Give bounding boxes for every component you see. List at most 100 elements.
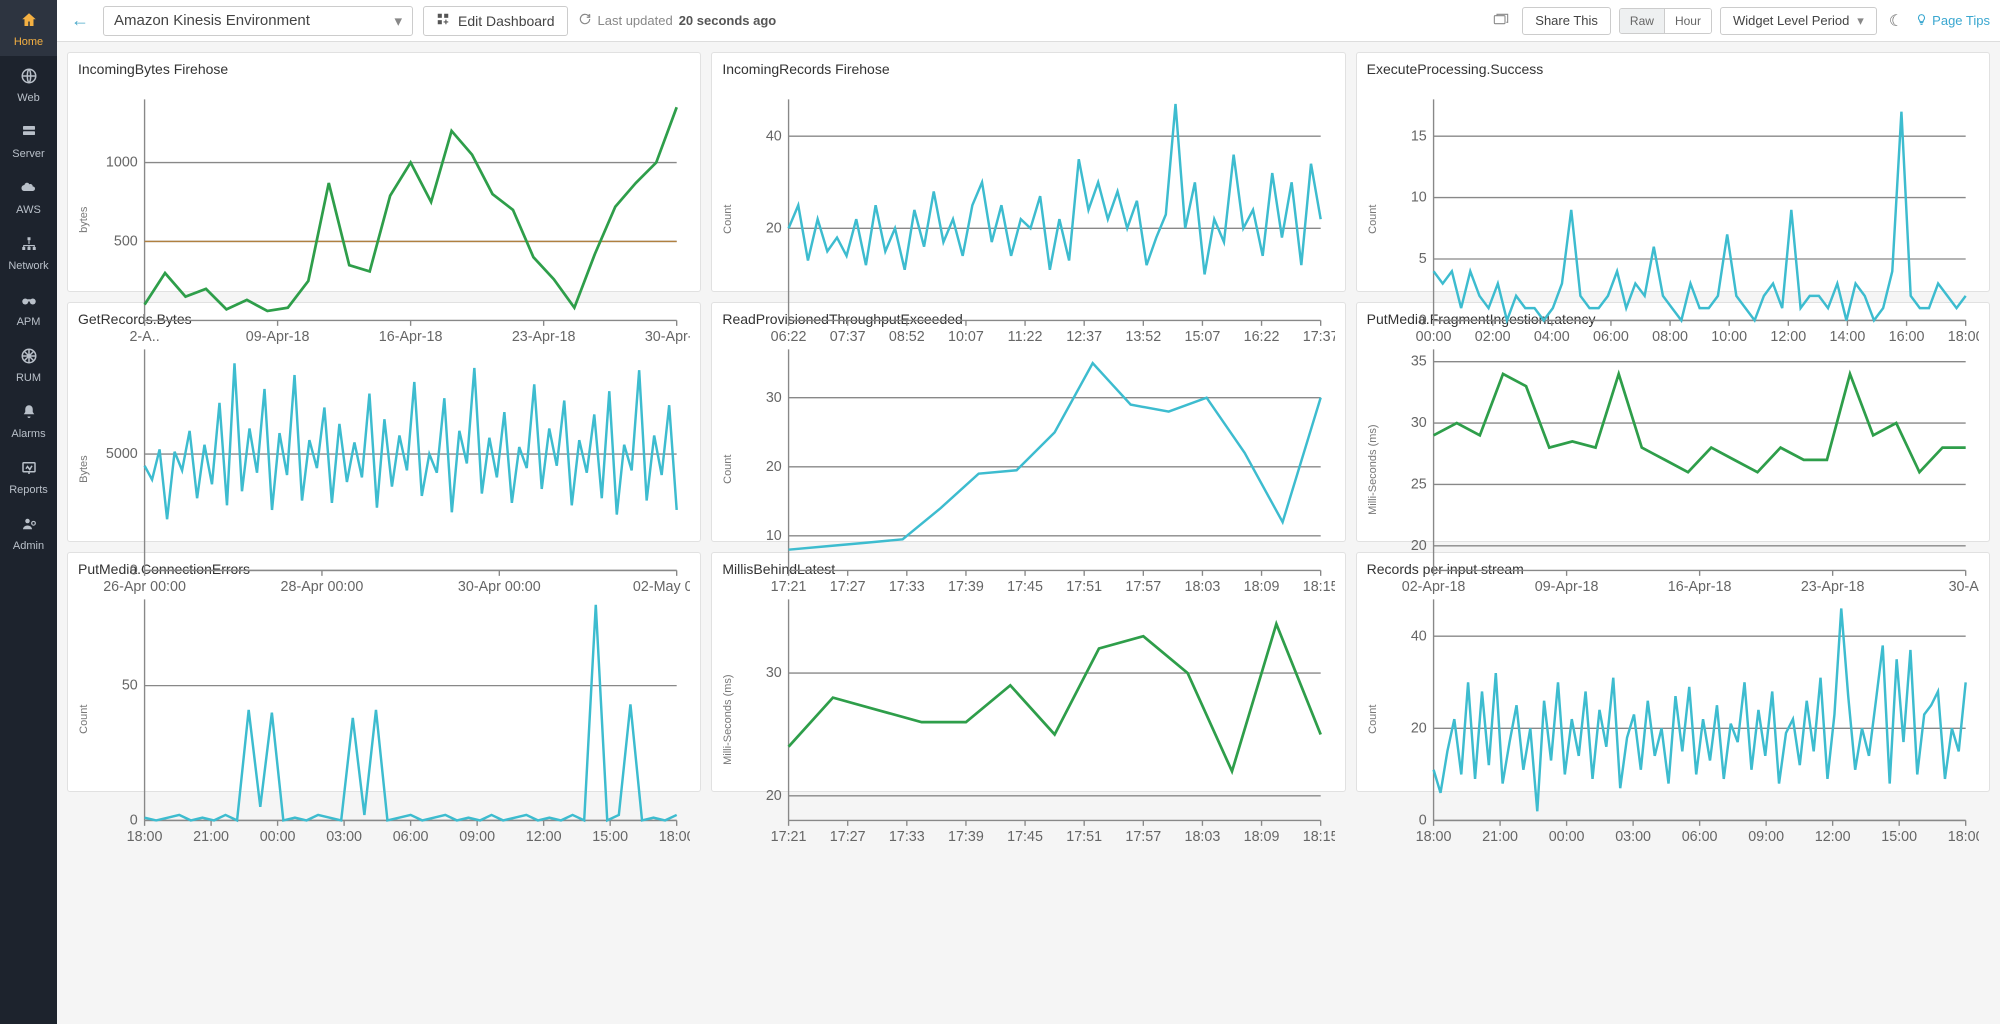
svg-text:21:00: 21:00 [193, 829, 229, 845]
chart-card-incoming-bytes-firehose[interactable]: IncomingBytes Firehose bytes 5001000 2-A… [67, 52, 701, 292]
svg-text:18:00: 18:00 [1947, 829, 1979, 845]
edit-dashboard-button[interactable]: Edit Dashboard [423, 6, 568, 36]
svg-text:12:00: 12:00 [526, 829, 562, 845]
chart-title: IncomingBytes Firehose [68, 53, 700, 79]
aws-icon [19, 179, 39, 200]
svg-text:06:00: 06:00 [393, 829, 429, 845]
sidebar: Home Web Server AWS Network [0, 0, 57, 1024]
chart-plot: 20253035 02-Apr-1809-Apr-1816-Apr-1823-A… [1379, 333, 1979, 606]
sidebar-item-web[interactable]: Web [0, 56, 57, 112]
y-axis-label: bytes [78, 83, 90, 356]
moon-icon[interactable]: ☾ [1885, 7, 1907, 35]
sidebar-item-server[interactable]: Server [0, 112, 57, 168]
report-icon [19, 459, 39, 480]
granularity-segment: Raw Hour [1619, 8, 1712, 34]
admin-icon [19, 515, 39, 536]
svg-text:1000: 1000 [106, 155, 138, 171]
last-updated-value: 20 seconds ago [679, 13, 777, 28]
sidebar-item-home[interactable]: Home [0, 0, 57, 56]
chart-card-getrecords-bytes[interactable]: GetRecords.Bytes Bytes 05000 26-Apr 00:0… [67, 302, 701, 542]
refresh-icon[interactable] [578, 12, 592, 29]
sidebar-item-label: Home [14, 36, 43, 48]
svg-text:20: 20 [766, 459, 782, 475]
sidebar-item-rum[interactable]: RUM [0, 336, 57, 392]
main: ← Amazon Kinesis Environment ▾ Edit Dash… [57, 0, 2000, 1024]
binoculars-icon [19, 291, 39, 312]
y-axis-label: Count [1367, 583, 1379, 856]
chart-card-putmedia-fragment-ingestion-latency[interactable]: PutMedia.FragmentIngestionLatency Milli-… [1356, 302, 1990, 542]
chart-card-read-provisioned-throughput-exceeded[interactable]: ReadProvisionedThroughputExceeded Count … [711, 302, 1345, 542]
sidebar-item-label: AWS [16, 204, 41, 216]
environment-select[interactable]: Amazon Kinesis Environment ▾ [103, 6, 413, 36]
grid-plus-icon [436, 12, 450, 29]
last-updated: Last updated 20 seconds ago [578, 12, 777, 29]
world-icon [19, 347, 39, 368]
svg-text:18:00: 18:00 [659, 829, 691, 845]
sidebar-item-aws[interactable]: AWS [0, 168, 57, 224]
svg-text:0: 0 [1418, 312, 1426, 328]
svg-text:17:39: 17:39 [948, 829, 984, 845]
chart-card-records-per-input-stream[interactable]: Records per input stream Count 02040 18:… [1356, 552, 1990, 792]
sidebar-item-reports[interactable]: Reports [0, 448, 57, 504]
dashboard: IncomingBytes Firehose bytes 5001000 2-A… [57, 42, 2000, 1024]
share-label: Share This [1535, 13, 1598, 28]
last-updated-prefix: Last updated [598, 13, 673, 28]
svg-text:18:15: 18:15 [1303, 829, 1335, 845]
hour-button[interactable]: Hour [1664, 9, 1711, 33]
chart-title: ExecuteProcessing.Success [1357, 53, 1989, 79]
chevron-down-icon: ▾ [394, 12, 402, 30]
svg-text:17:21: 17:21 [771, 829, 807, 845]
chart-card-execute-processing-success[interactable]: ExecuteProcessing.Success Count 051015 0… [1356, 52, 1990, 292]
svg-text:17:51: 17:51 [1067, 829, 1103, 845]
svg-text:18:03: 18:03 [1185, 829, 1221, 845]
svg-text:15: 15 [1410, 128, 1426, 144]
display-icon[interactable] [1488, 7, 1514, 34]
sidebar-item-label: APM [17, 316, 41, 328]
back-arrow-icon[interactable]: ← [67, 10, 93, 31]
chart-card-incoming-records-firehose[interactable]: IncomingRecords Firehose Count 2040 06:2… [711, 52, 1345, 292]
widget-period-select[interactable]: Widget Level Period ▾ [1720, 7, 1877, 35]
sidebar-item-label: RUM [16, 372, 41, 384]
page-tips-label: Page Tips [1932, 13, 1990, 28]
sidebar-item-network[interactable]: Network [0, 224, 57, 280]
svg-text:5: 5 [1418, 251, 1426, 267]
sidebar-item-admin[interactable]: Admin [0, 504, 57, 560]
chart-plot: 051015 00:0002:0004:0006:0008:0010:0012:… [1379, 83, 1979, 356]
network-icon [19, 235, 39, 256]
sidebar-item-label: Reports [9, 484, 48, 496]
svg-text:35: 35 [1410, 354, 1426, 370]
chart-card-millis-behind-latest[interactable]: MillisBehindLatest Milli-Seconds (ms) 20… [711, 552, 1345, 792]
svg-text:00:00: 00:00 [260, 829, 296, 845]
chart-plot: 05000 26-Apr 00:0028-Apr 00:0030-Apr 00:… [90, 333, 690, 606]
svg-text:0: 0 [130, 562, 138, 578]
svg-text:18:00: 18:00 [127, 829, 163, 845]
svg-text:15:00: 15:00 [1881, 829, 1917, 845]
chart-title: IncomingRecords Firehose [712, 53, 1344, 79]
svg-text:20: 20 [1410, 720, 1426, 736]
svg-text:25: 25 [1410, 477, 1426, 493]
page-tips[interactable]: Page Tips [1915, 13, 1990, 29]
svg-text:30: 30 [766, 665, 782, 681]
svg-text:40: 40 [766, 128, 782, 144]
chart-card-putmedia-connection-errors[interactable]: PutMedia.ConnectionErrors Count 050 18:0… [67, 552, 701, 792]
y-axis-label: Milli-Seconds (ms) [1367, 333, 1379, 606]
raw-button[interactable]: Raw [1620, 9, 1664, 33]
home-icon [19, 11, 39, 32]
y-axis-label: Count [1367, 83, 1379, 356]
svg-text:03:00: 03:00 [1615, 829, 1651, 845]
svg-text:500: 500 [114, 234, 138, 250]
svg-text:17:27: 17:27 [830, 829, 866, 845]
svg-text:5000: 5000 [106, 446, 138, 462]
share-button[interactable]: Share This [1522, 7, 1611, 35]
svg-text:21:00: 21:00 [1482, 829, 1518, 845]
y-axis-label: Count [722, 333, 734, 606]
chart-plot: 02040 18:0021:0000:0003:0006:0009:0012:0… [1379, 583, 1979, 856]
svg-text:10: 10 [766, 528, 782, 544]
sidebar-item-apm[interactable]: APM [0, 280, 57, 336]
svg-text:17:33: 17:33 [889, 829, 925, 845]
y-axis-label: Count [722, 83, 734, 356]
svg-text:09:00: 09:00 [459, 829, 495, 845]
sidebar-item-alarms[interactable]: Alarms [0, 392, 57, 448]
sidebar-item-label: Web [17, 92, 39, 104]
sidebar-item-label: Network [8, 260, 48, 272]
